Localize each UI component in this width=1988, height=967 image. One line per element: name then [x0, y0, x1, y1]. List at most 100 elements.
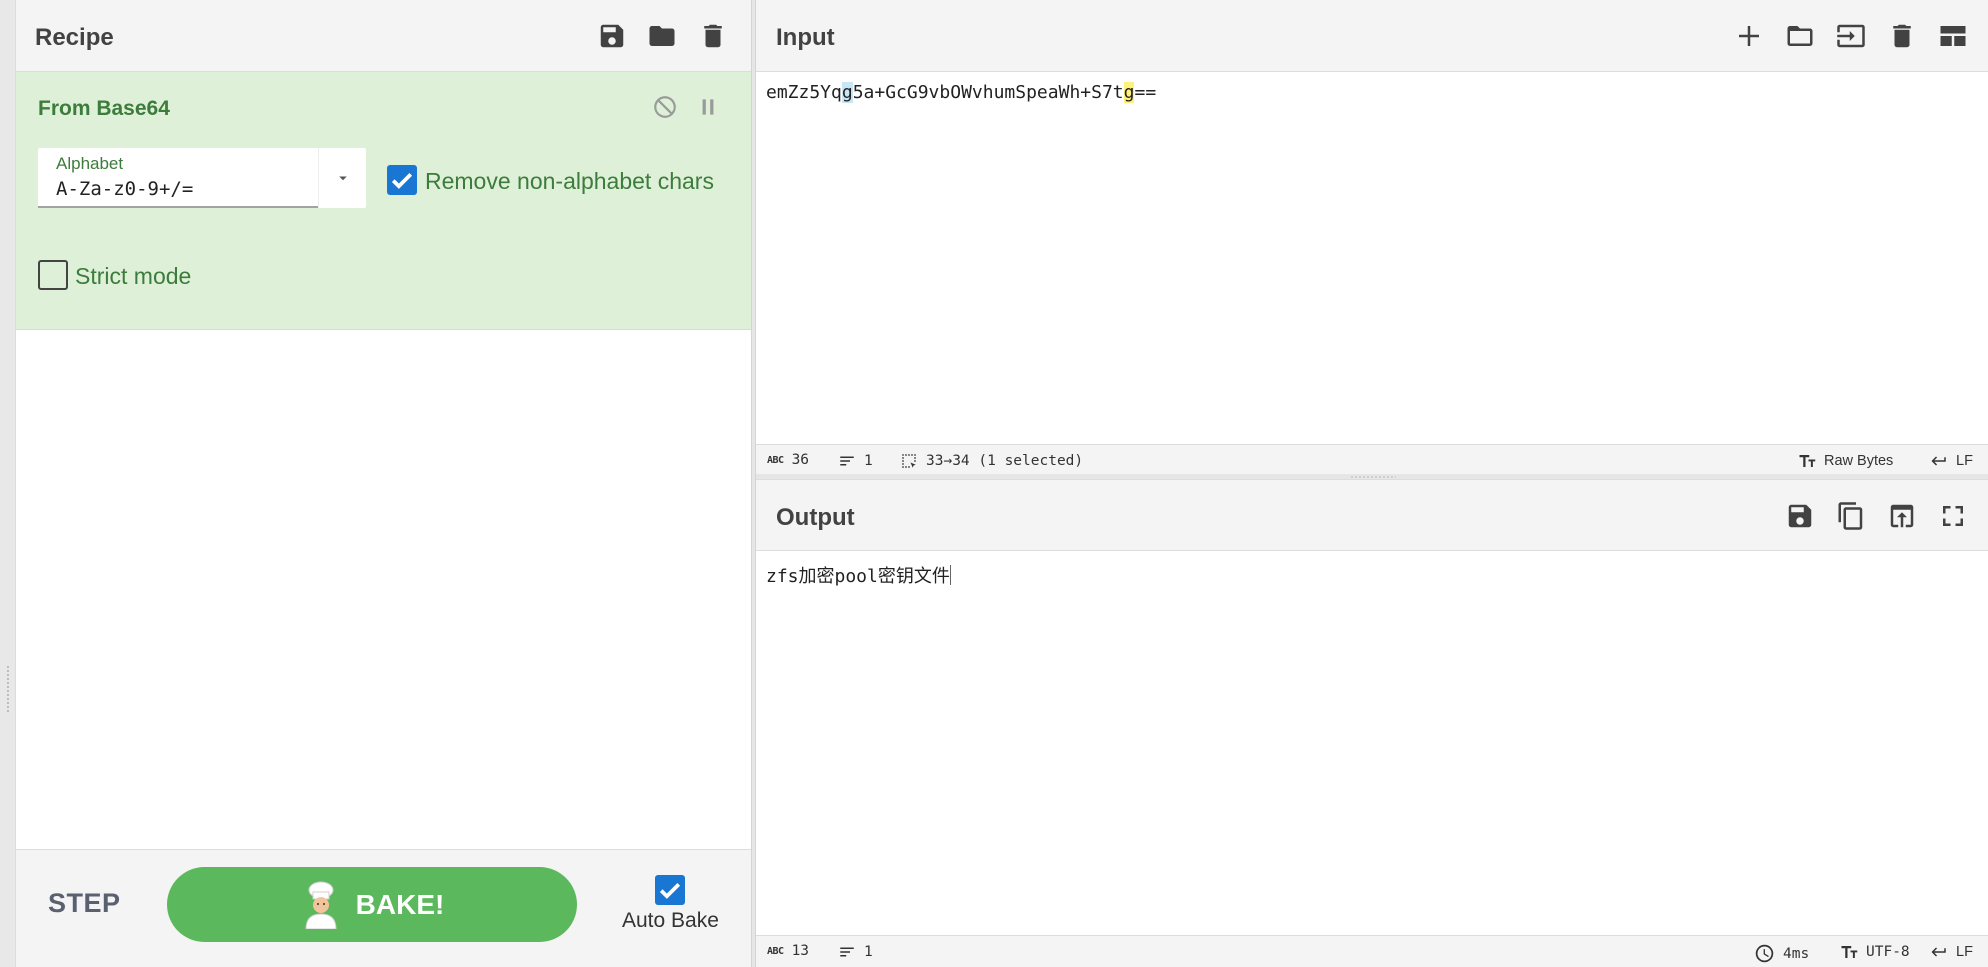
input-lines-stat: 1 [838, 452, 873, 470]
output-lines-stat: 1 [838, 943, 873, 961]
folder-icon [649, 26, 675, 46]
remove-non-alphabet-label[interactable]: Remove non-alphabet chars [425, 168, 714, 195]
add-input-tab-button[interactable] [1731, 18, 1767, 54]
strict-mode-checkbox[interactable] [38, 260, 68, 290]
input-selection-stat: 33→34 (1 selected) [900, 452, 1083, 470]
bake-time-stat: 4ms [1754, 943, 1809, 964]
folder-outline-icon [1787, 26, 1813, 46]
output-lines: 1 [864, 944, 873, 960]
trash-icon [704, 24, 722, 48]
input-header: Input [756, 0, 1988, 72]
alphabet-value[interactable]: A-Za-z0-9+/= [56, 178, 193, 200]
left-gutter [0, 0, 16, 967]
trash-icon [1893, 24, 1911, 48]
output-status-bar: ABC 13 1 4ms UTF-8 LF [756, 935, 1988, 967]
clock-icon [1755, 944, 1774, 963]
remove-non-alphabet-checkbox[interactable] [387, 165, 417, 195]
auto-bake-label[interactable]: Auto Bake [622, 909, 719, 933]
input-lines: 1 [864, 453, 873, 469]
bake-time: 4ms [1783, 945, 1810, 962]
check-icon [391, 173, 413, 189]
bake-label: BAKE! [355, 888, 445, 920]
abc-icon: ABC [767, 454, 784, 466]
clear-input-button[interactable] [1884, 18, 1920, 54]
alphabet-select[interactable]: Alphabet A-Za-z0-9+/= [38, 148, 366, 208]
save-output-button[interactable] [1782, 498, 1818, 534]
alphabet-underline [38, 206, 318, 208]
input-eol-button[interactable]: LF [1930, 452, 1973, 470]
copy-icon [1838, 502, 1863, 530]
output-length-stat: ABC 13 [767, 943, 809, 959]
input-panel: Input emZz5Yqg5a+GcG9vbOWvhumSpeaWh+S7tg… [756, 0, 1988, 476]
input-length: 36 [791, 452, 810, 468]
pause-icon [702, 99, 714, 115]
chef-icon [305, 881, 337, 929]
reset-layout-button[interactable] [1935, 18, 1971, 54]
input-text-segment: emZz5Yq [766, 82, 842, 103]
resize-grip[interactable] [6, 665, 10, 713]
text-size-icon [1799, 455, 1816, 467]
output-header: Output [756, 479, 1988, 551]
text-size-icon [1841, 946, 1858, 958]
upload-box-icon [1890, 504, 1914, 528]
output-encoding: UTF-8 [1866, 944, 1910, 960]
return-arrow-icon [1931, 456, 1946, 466]
save-icon [1788, 504, 1812, 528]
input-encoding: Raw Bytes [1824, 453, 1894, 469]
step-button[interactable]: STEP [48, 888, 121, 919]
lines-icon [840, 947, 854, 957]
load-recipe-button[interactable] [644, 18, 680, 54]
auto-bake-checkbox[interactable] [655, 875, 685, 905]
open-file-button[interactable] [1782, 18, 1818, 54]
output-text: zfs加密pool密钥文件 [766, 566, 950, 587]
output-length: 13 [791, 943, 810, 959]
copy-output-button[interactable] [1833, 498, 1869, 534]
replace-input-button[interactable] [1884, 498, 1920, 534]
selection-icon [902, 454, 916, 468]
output-eol: LF [1956, 944, 1973, 960]
return-arrow-icon [1931, 947, 1946, 957]
input-selection: g [841, 82, 853, 103]
breakpoint-button[interactable] [693, 92, 723, 122]
input-text-segment: 5a+GcG9vbOWvhumSpeaWh+S7t [852, 82, 1124, 103]
maximise-output-button[interactable] [1935, 498, 1971, 534]
input-selection-match: g [1123, 82, 1135, 103]
output-title: Output [776, 504, 855, 531]
abc-icon: ABC [767, 945, 784, 957]
input-selection-range: 33→34 (1 selected) [926, 453, 1084, 469]
recipe-panel: Recipe From Base64 Alphabet A-Za-z0-9+/= [16, 0, 751, 967]
output-panel: Output zfs加密pool密钥文件 ABC 13 1 4ms UTF-8 [756, 479, 1988, 967]
save-icon [600, 24, 624, 48]
lines-icon [840, 456, 854, 466]
clear-recipe-button[interactable] [695, 18, 731, 54]
bake-controls: STEP BAKE! Auto Bake [16, 849, 751, 967]
open-folder-button[interactable] [1833, 18, 1869, 54]
input-title: Input [776, 24, 835, 51]
alphabet-dropdown-button[interactable] [318, 148, 366, 208]
operation-title: From Base64 [38, 97, 170, 120]
input-encoding-button[interactable]: Raw Bytes [1798, 452, 1893, 470]
resize-grip[interactable] [1350, 476, 1396, 478]
caret-down-icon [338, 176, 347, 181]
save-recipe-button[interactable] [594, 18, 630, 54]
output-text-area[interactable]: zfs加密pool密钥文件 [766, 562, 951, 588]
input-length-stat: ABC 36 [767, 452, 809, 468]
disable-operation-button[interactable] [650, 92, 680, 122]
fullscreen-icon [1943, 506, 1963, 526]
output-encoding-button[interactable]: UTF-8 [1840, 943, 1910, 961]
input-text-segment: == [1134, 82, 1157, 103]
input-text-area[interactable]: emZz5Yqg5a+GcG9vbOWvhumSpeaWh+S7tg== [766, 82, 1156, 103]
recipe-header: Recipe [16, 0, 751, 72]
alphabet-label: Alphabet [56, 154, 124, 173]
bake-button[interactable]: BAKE! [167, 867, 577, 942]
recipe-title: Recipe [35, 24, 114, 51]
text-cursor [949, 565, 951, 585]
operation-from-base64[interactable]: From Base64 Alphabet A-Za-z0-9+/= Remove… [16, 72, 751, 330]
input-arrow-icon [1837, 24, 1865, 48]
check-icon [659, 883, 681, 899]
strict-mode-label[interactable]: Strict mode [75, 263, 191, 290]
plus-icon [1739, 26, 1759, 46]
input-status-bar: ABC 36 1 33→34 (1 selected) Raw Bytes LF [756, 444, 1988, 476]
disable-icon [654, 96, 676, 118]
output-eol-button[interactable]: LF [1930, 943, 1973, 961]
